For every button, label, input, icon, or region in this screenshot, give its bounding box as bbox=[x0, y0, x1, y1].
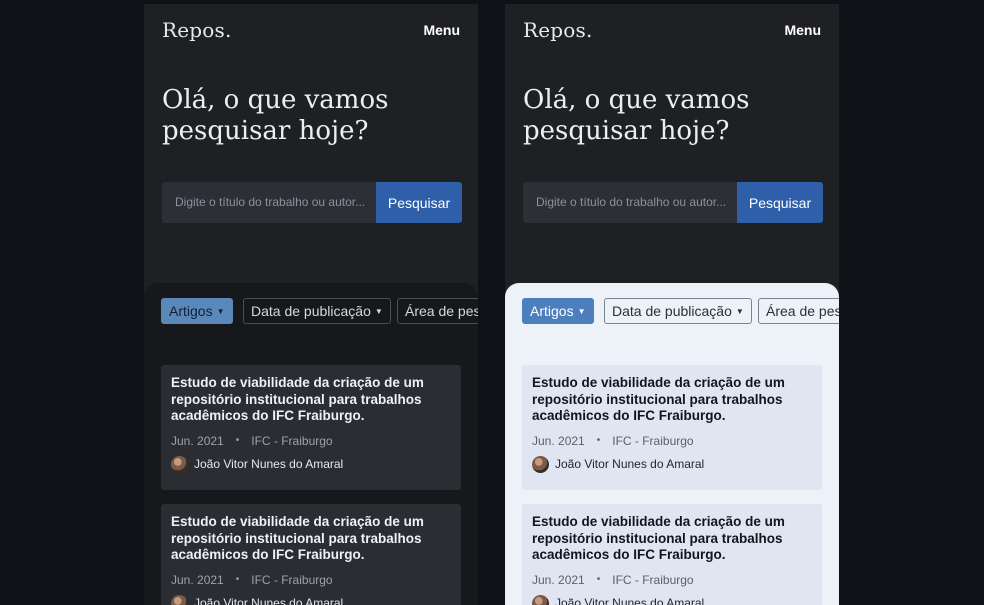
filter-chip-label: Área de pesquisa bbox=[766, 303, 839, 319]
search-button[interactable]: Pesquisar bbox=[376, 182, 462, 223]
card-author[interactable]: João Vitor Nunes do Amaral bbox=[171, 594, 451, 605]
results-panel: Artigos ▼ Data de publicação ▼ Área de pes… bbox=[144, 283, 478, 605]
avatar bbox=[171, 455, 188, 473]
card-author[interactable]: João Vitor Nunes do Amaral bbox=[171, 455, 451, 473]
filter-chip-area-pesquisa[interactable]: Área de pesquisa▼ bbox=[758, 298, 839, 324]
caret-down-icon: ▼ bbox=[735, 307, 744, 316]
filter-chip-data-publicacao[interactable]: Data de publicação ▼ bbox=[243, 298, 391, 324]
filter-chip-label: Data de publicação bbox=[612, 303, 732, 319]
filter-chip-artigos[interactable]: Artigos ▼ bbox=[522, 298, 594, 324]
filter-chip-data-publicacao[interactable]: Data de publicação ▼ bbox=[604, 298, 752, 324]
filter-bar: Artigos ▼ Data de publicação ▼ Área de pes… bbox=[161, 298, 478, 324]
card-author[interactable]: João Vitor Nunes do Amaral bbox=[532, 594, 812, 605]
card-author[interactable]: João Vitor Nunes do Amaral bbox=[532, 455, 812, 473]
card-campus: IFC - Fraiburgo bbox=[612, 433, 694, 448]
results-panel: Artigos ▼ Data de publicação ▼ Área de pes… bbox=[505, 283, 839, 605]
author-name: João Vitor Nunes do Amaral bbox=[194, 457, 344, 471]
card-meta: Jun. 2021 • IFC - Fraiburgo bbox=[532, 434, 812, 448]
card-date: Jun. 2021 bbox=[532, 572, 585, 587]
filter-chip-label: Data de publicação bbox=[251, 303, 371, 319]
caret-down-icon: ▼ bbox=[216, 307, 225, 316]
card-campus: IFC - Fraiburgo bbox=[251, 572, 333, 587]
card-title[interactable]: Estudo de viabilidade da criação de um r… bbox=[532, 375, 812, 425]
filter-bar: Artigos ▼ Data de publicação ▼ Área de pes… bbox=[522, 298, 839, 324]
author-name: João Vitor Nunes do Amaral bbox=[555, 596, 705, 605]
hero-line-1: Olá, o que vamos bbox=[523, 85, 750, 115]
hero-line-1: Olá, o que vamos bbox=[162, 85, 389, 115]
search-input[interactable]: Digite o título do trabalho ou autor... bbox=[162, 182, 377, 223]
menu-button[interactable]: Menu bbox=[784, 22, 821, 38]
top-bar: Repos. Menu bbox=[162, 18, 460, 48]
menu-button[interactable]: Menu bbox=[423, 22, 460, 38]
card-meta: Jun. 2021 • IFC - Fraiburgo bbox=[171, 434, 451, 448]
top-bar: Repos. Menu bbox=[523, 18, 821, 48]
hero-heading: Olá, o que vamos pesquisar hoje? bbox=[162, 85, 462, 147]
logo[interactable]: Repos. bbox=[523, 18, 593, 42]
card-meta: Jun. 2021 • IFC - Fraiburgo bbox=[532, 573, 812, 587]
result-card[interactable]: Estudo de viabilidade da criação de um r… bbox=[161, 365, 461, 490]
mobile-screen-dark: Repos. Menu Olá, o que vamos pesquisar h… bbox=[144, 4, 478, 605]
card-date: Jun. 2021 bbox=[171, 433, 224, 448]
author-name: João Vitor Nunes do Amaral bbox=[555, 457, 705, 471]
filter-chip-area-pesquisa[interactable]: Área de pesquisa▼ bbox=[397, 298, 478, 324]
card-title[interactable]: Estudo de viabilidade da criação de um r… bbox=[171, 375, 451, 425]
filter-chip-label: Artigos bbox=[530, 303, 574, 319]
result-card[interactable]: Estudo de viabilidade da criação de um r… bbox=[161, 504, 461, 605]
result-card[interactable]: Estudo de viabilidade da criação de um r… bbox=[522, 365, 822, 490]
result-card[interactable]: Estudo de viabilidade da criação de um r… bbox=[522, 504, 822, 605]
card-title[interactable]: Estudo de viabilidade da criação de um r… bbox=[171, 514, 451, 564]
caret-down-icon: ▼ bbox=[577, 307, 586, 316]
filter-chip-artigos[interactable]: Artigos ▼ bbox=[161, 298, 233, 324]
filter-chip-label: Área de pesquisa bbox=[405, 303, 478, 319]
logo[interactable]: Repos. bbox=[162, 18, 232, 42]
search-button[interactable]: Pesquisar bbox=[737, 182, 823, 223]
card-campus: IFC - Fraiburgo bbox=[251, 433, 333, 448]
separator-dot: • bbox=[596, 435, 601, 446]
avatar bbox=[532, 455, 549, 473]
card-date: Jun. 2021 bbox=[171, 572, 224, 587]
avatar bbox=[171, 594, 188, 605]
search-bar: Digite o título do trabalho ou autor... … bbox=[162, 182, 462, 223]
avatar bbox=[532, 594, 549, 605]
hero-heading: Olá, o que vamos pesquisar hoje? bbox=[523, 85, 823, 147]
card-meta: Jun. 2021 • IFC - Fraiburgo bbox=[171, 573, 451, 587]
card-date: Jun. 2021 bbox=[532, 433, 585, 448]
separator-dot: • bbox=[235, 574, 240, 585]
card-campus: IFC - Fraiburgo bbox=[612, 572, 694, 587]
mobile-screen-light: Repos. Menu Olá, o que vamos pesquisar h… bbox=[505, 4, 839, 605]
caret-down-icon: ▼ bbox=[374, 307, 383, 316]
separator-dot: • bbox=[235, 435, 240, 446]
card-title[interactable]: Estudo de viabilidade da criação de um r… bbox=[532, 514, 812, 564]
author-name: João Vitor Nunes do Amaral bbox=[194, 596, 344, 605]
separator-dot: • bbox=[596, 574, 601, 585]
filter-chip-label: Artigos bbox=[169, 303, 213, 319]
search-input[interactable]: Digite o título do trabalho ou autor... bbox=[523, 182, 738, 223]
hero-line-2: pesquisar hoje? bbox=[523, 116, 730, 146]
search-bar: Digite o título do trabalho ou autor... … bbox=[523, 182, 823, 223]
hero-line-2: pesquisar hoje? bbox=[162, 116, 369, 146]
